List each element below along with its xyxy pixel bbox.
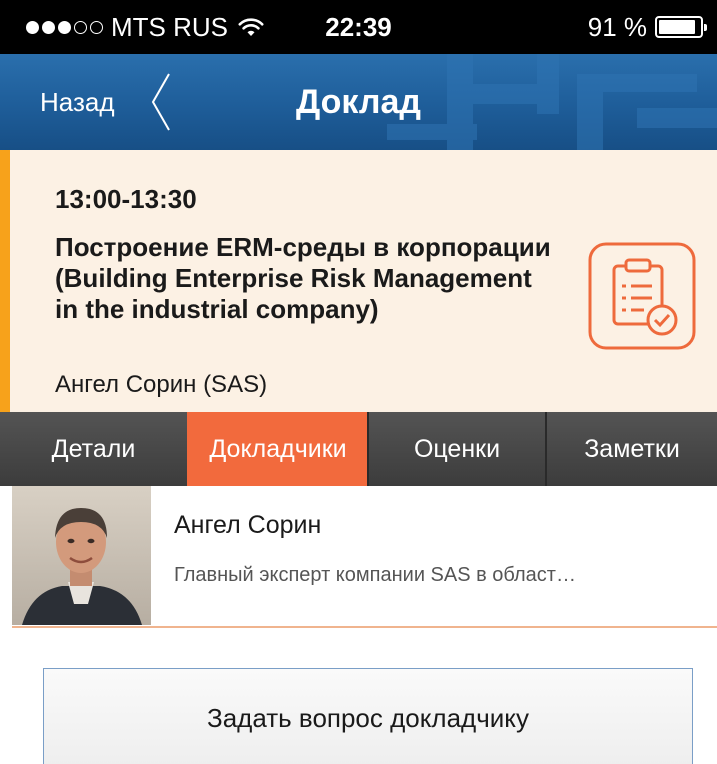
divider (12, 626, 717, 628)
status-right: 91 % (587, 12, 707, 42)
navigation-bar: Назад Доклад (0, 54, 717, 150)
session-card: 13:00-13:30 Построение ERM-среды в корпо… (0, 150, 717, 412)
speaker-description: Главный эксперт компании SAS в област… (174, 564, 576, 586)
session-title: Построение ERM-среды в корпорации (Build… (55, 232, 551, 324)
session-speaker: Ангел Сорин (SAS) (55, 371, 268, 398)
page-title: Доклад (296, 83, 421, 121)
tab-speakers[interactable]: Докладчики (187, 412, 367, 486)
tab-notes[interactable]: Заметки (545, 412, 717, 486)
status-bar: MTS RUS 22:39 91 % (0, 0, 717, 54)
speaker-list-item[interactable]: Ангел Сорин Главный эксперт компании SAS… (0, 486, 717, 628)
tab-bar: Детали Докладчики Оценки Заметки (0, 412, 717, 486)
battery-percentage: 91 % (587, 12, 647, 42)
battery-level-fill (659, 20, 696, 34)
tab-ratings[interactable]: Оценки (367, 412, 545, 486)
speaker-name: Ангел Сорин (174, 511, 322, 539)
clipboard-check-icon[interactable] (588, 242, 696, 350)
battery-icon (655, 16, 707, 38)
session-time: 13:00-13:30 (55, 184, 197, 214)
speaker-avatar (12, 486, 151, 625)
battery-tip (704, 24, 707, 31)
ask-question-button[interactable]: Задать вопрос докладчику (43, 668, 693, 764)
avatar-portrait (12, 486, 151, 625)
tab-details[interactable]: Детали (0, 412, 187, 486)
